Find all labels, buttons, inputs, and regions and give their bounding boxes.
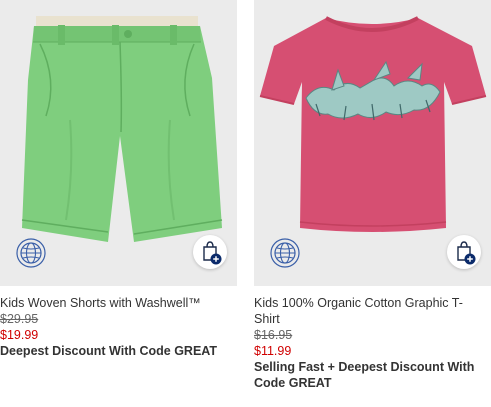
product-info: Kids 100% Organic Cotton Graphic T-Shirt… <box>254 295 486 391</box>
original-price: $16.95 <box>254 328 293 342</box>
product-name[interactable]: Kids 100% Organic Cotton Graphic T-Shirt <box>254 295 486 327</box>
product-card-shorts[interactable]: Kids Woven Shorts with Washwell™ $29.95 … <box>0 0 237 407</box>
product-card-tshirt[interactable]: Kids 100% Organic Cotton Graphic T-Shirt… <box>254 0 491 407</box>
add-to-bag-button[interactable] <box>447 235 481 269</box>
promo-text: Deepest Discount With Code GREAT <box>0 344 218 358</box>
shopping-bag-plus-icon <box>203 241 222 265</box>
product-name[interactable]: Kids Woven Shorts with Washwell™ <box>0 295 237 311</box>
add-to-bag-button[interactable] <box>193 235 227 269</box>
product-image-shorts[interactable] <box>0 0 237 286</box>
globe-icon <box>270 238 300 268</box>
sale-price: $19.99 <box>0 328 39 342</box>
product-image-tshirt[interactable] <box>254 0 491 286</box>
globe-icon <box>16 238 46 268</box>
shopping-bag-plus-icon <box>457 241 476 265</box>
product-grid: Kids Woven Shorts with Washwell™ $29.95 … <box>0 0 491 407</box>
original-price: $29.95 <box>0 312 39 326</box>
promo-text: Selling Fast + Deepest Discount With Cod… <box>254 360 475 390</box>
sale-price: $11.99 <box>254 344 292 358</box>
product-info: Kids Woven Shorts with Washwell™ $29.95 … <box>0 295 237 359</box>
